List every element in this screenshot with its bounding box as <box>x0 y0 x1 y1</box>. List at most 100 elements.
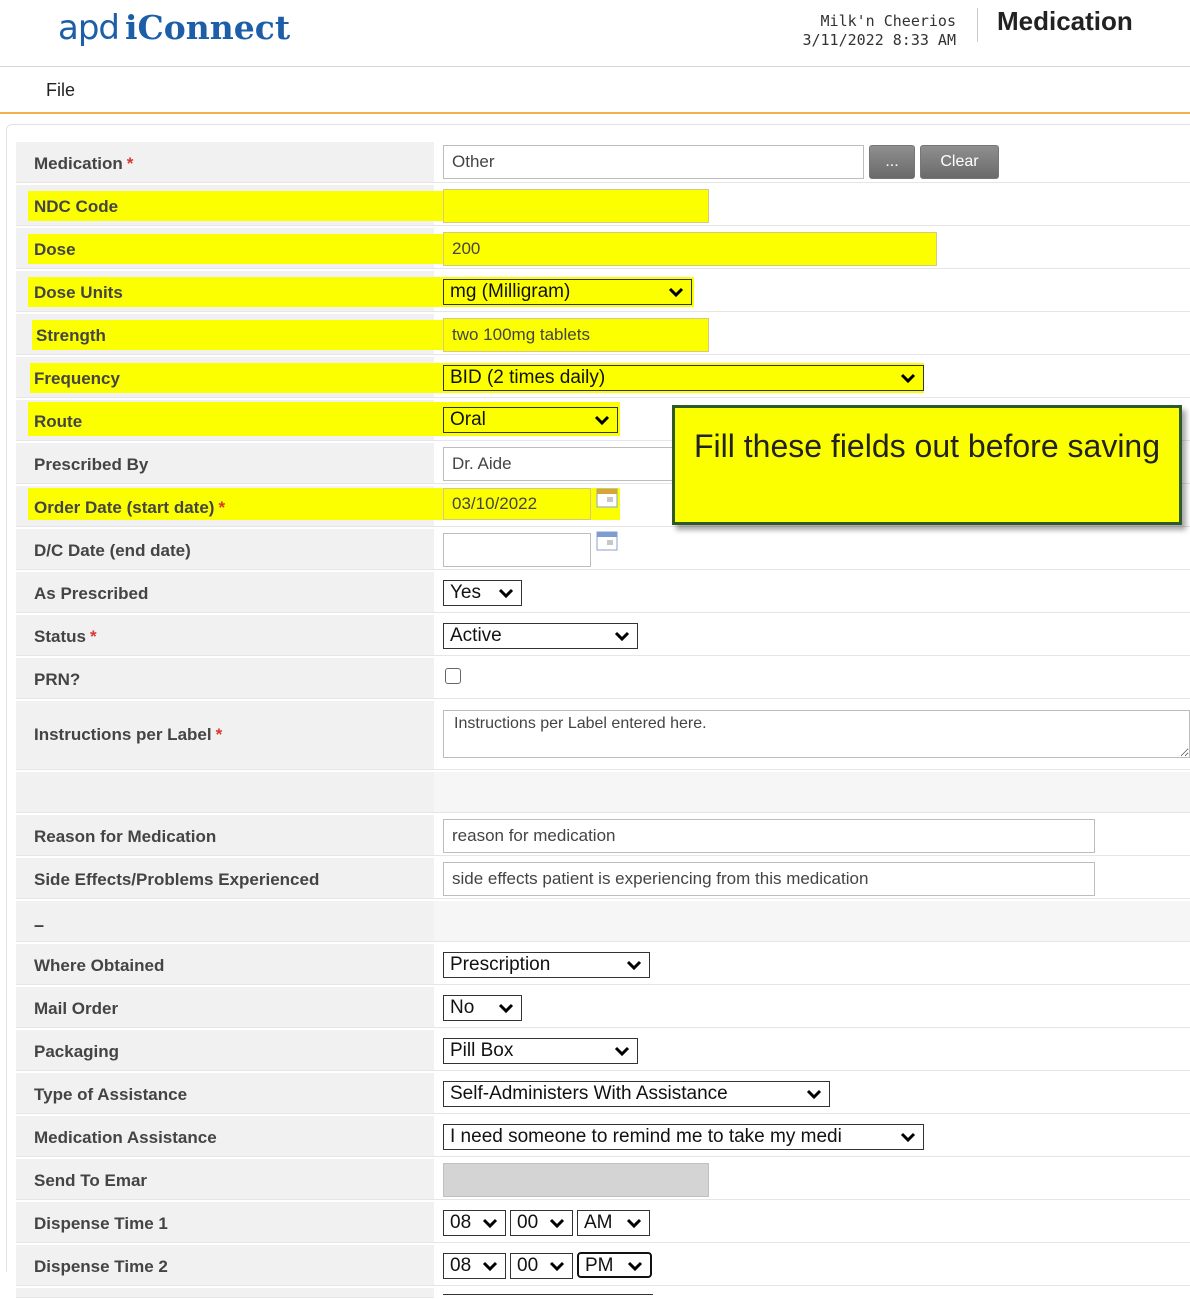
label-prn: PRN? <box>34 670 81 689</box>
prn-checkbox[interactable] <box>445 668 461 684</box>
label-ndc-code: NDC Code <box>34 197 119 216</box>
dispense-time-2-hour-select[interactable]: 08 <box>443 1253 506 1279</box>
label-order-date: Order Date (start date) * <box>34 498 226 517</box>
section-dash: – <box>34 915 45 935</box>
required-marker: * <box>126 154 134 173</box>
order-date-input[interactable]: 03/10/2022 <box>443 488 591 520</box>
medication-assistance-select[interactable]: I need someone to remind me to take my m… <box>443 1124 924 1150</box>
label-side-effects: Side Effects/Problems Experienced <box>34 870 320 889</box>
label-reason: Reason for Medication <box>34 827 217 846</box>
row-reason: Reason for Medication reason for medicat… <box>16 815 1190 857</box>
row-medication-assistance: Medication Assistance I need someone to … <box>16 1116 1190 1158</box>
label-route: Route <box>34 412 83 431</box>
prescribed-by-input[interactable]: Dr. Aide <box>443 447 709 481</box>
chevron-down-icon <box>626 1218 642 1229</box>
label-dispense-time-1: Dispense Time 1 <box>34 1214 168 1233</box>
as-prescribed-select[interactable]: Yes <box>443 580 522 606</box>
dispense-time-1-hour-select[interactable]: 08 <box>443 1210 506 1236</box>
dispense-time-2-minute-select[interactable]: 00 <box>510 1253 573 1279</box>
label-type-of-assistance: Type of Assistance <box>34 1085 188 1104</box>
chevron-down-icon <box>614 1046 630 1057</box>
status-select[interactable]: Active <box>443 623 638 649</box>
logo-apd-text: apd <box>58 8 120 48</box>
row-mail-order: Mail Order No <box>16 987 1190 1029</box>
dose-units-value: mg (Milligram) <box>450 281 571 302</box>
row-dose: Dose 200 <box>16 228 1190 270</box>
calendar-icon[interactable] <box>596 488 618 508</box>
menu-bar <box>0 67 1190 113</box>
dispense-time-1-minute-select[interactable]: 00 <box>510 1210 573 1236</box>
chevron-down-icon <box>900 1132 916 1143</box>
chevron-down-icon <box>549 1261 565 1272</box>
label-send-to-emar: Send To Emar <box>34 1171 148 1190</box>
dispense-time-1-ampm-select[interactable]: AM <box>577 1210 650 1236</box>
current-datetime: 3/11/2022 8:33 AM <box>802 31 956 49</box>
label-medication: Medication * <box>34 154 134 173</box>
page-title: Medication <box>997 6 1133 36</box>
strength-input[interactable]: two 100mg tablets <box>443 318 709 352</box>
packaging-select[interactable]: Pill Box <box>443 1038 638 1064</box>
label-prescribed-by: Prescribed By <box>34 455 149 474</box>
label-packaging: Packaging <box>34 1042 120 1061</box>
row-as-prescribed: As Prescribed Yes <box>16 572 1190 614</box>
where-obtained-value: Prescription <box>450 954 551 975</box>
chevron-down-icon <box>549 1218 565 1229</box>
type-of-assistance-select[interactable]: Self-Administers With Assistance <box>443 1081 830 1107</box>
label-strength: Strength <box>36 326 106 345</box>
chevron-down-icon <box>594 415 610 426</box>
chevron-down-icon <box>498 1003 514 1014</box>
row-where-obtained: Where Obtained Prescription <box>16 944 1190 986</box>
type-of-assistance-value: Self-Administers With Assistance <box>450 1083 728 1104</box>
user-name: Milk'n Cheerios <box>820 12 956 30</box>
row-dispense-time-1: Dispense Time 1 08 00 AM <box>16 1202 1190 1244</box>
label-where-obtained: Where Obtained <box>34 956 165 975</box>
app-header: apd iConnect Milk'n Cheerios 3/11/2022 8… <box>0 0 1190 66</box>
dose-units-select[interactable]: mg (Milligram) <box>443 279 692 305</box>
required-marker: * <box>215 725 223 744</box>
side-effects-input[interactable]: side effects patient is experiencing fro… <box>443 862 1095 896</box>
mail-order-value: No <box>450 997 475 1018</box>
label-frequency: Frequency <box>34 369 120 388</box>
logo-iconnect-text: iConnect <box>125 8 291 47</box>
header-divider <box>977 8 978 42</box>
dose-input[interactable]: 200 <box>443 232 937 266</box>
menu-file[interactable]: File <box>46 80 75 101</box>
frequency-select[interactable]: BID (2 times daily) <box>443 365 924 391</box>
chevron-down-icon <box>806 1089 822 1100</box>
label-as-prescribed: As Prescribed <box>34 584 149 603</box>
row-partial <box>16 1288 1190 1299</box>
reason-input[interactable]: reason for medication <box>443 819 1095 853</box>
chevron-down-icon <box>668 287 684 298</box>
status-value: Active <box>450 625 502 646</box>
row-dose-units: Dose Units mg (Milligram) <box>16 271 1190 313</box>
ndc-code-input[interactable] <box>443 189 709 223</box>
row-instructions: Instructions per Label * Instructions per… <box>16 701 1190 771</box>
dc-date-input[interactable] <box>443 533 591 567</box>
instruction-callout: Fill these fields out before saving <box>672 405 1182 525</box>
browse-medication-button[interactable]: ... <box>869 145 915 179</box>
label-dose: Dose <box>34 240 76 259</box>
dispense-time-2-ampm-select[interactable]: PM <box>577 1252 652 1278</box>
chevron-down-icon <box>627 1261 643 1272</box>
calendar-icon[interactable] <box>596 531 618 551</box>
instructions-textarea[interactable]: Instructions per Label entered here. <box>443 710 1190 758</box>
where-obtained-select[interactable]: Prescription <box>443 952 650 978</box>
send-to-emar-field <box>443 1163 709 1197</box>
label-status: Status * <box>34 627 97 646</box>
label-mail-order: Mail Order <box>34 999 119 1018</box>
frequency-value: BID (2 times daily) <box>450 367 606 388</box>
chevron-down-icon <box>614 631 630 642</box>
chevron-down-icon <box>900 373 916 384</box>
route-select[interactable]: Oral <box>443 407 618 433</box>
row-medication: Medication * Other ... Clear <box>16 142 1190 184</box>
row-frequency: Frequency BID (2 times daily) <box>16 357 1190 399</box>
medication-input[interactable]: Other <box>443 145 864 179</box>
mail-order-select[interactable]: No <box>443 995 522 1021</box>
required-marker: * <box>218 498 226 517</box>
user-info: Milk'n Cheerios 3/11/2022 8:33 AM <box>802 12 956 50</box>
row-type-of-assistance: Type of Assistance Self-Administers With… <box>16 1073 1190 1115</box>
row-prn: PRN? <box>16 658 1190 700</box>
row-spacer <box>16 772 1190 814</box>
clear-button[interactable]: Clear <box>920 145 999 179</box>
row-section-divider: – <box>16 901 1190 943</box>
